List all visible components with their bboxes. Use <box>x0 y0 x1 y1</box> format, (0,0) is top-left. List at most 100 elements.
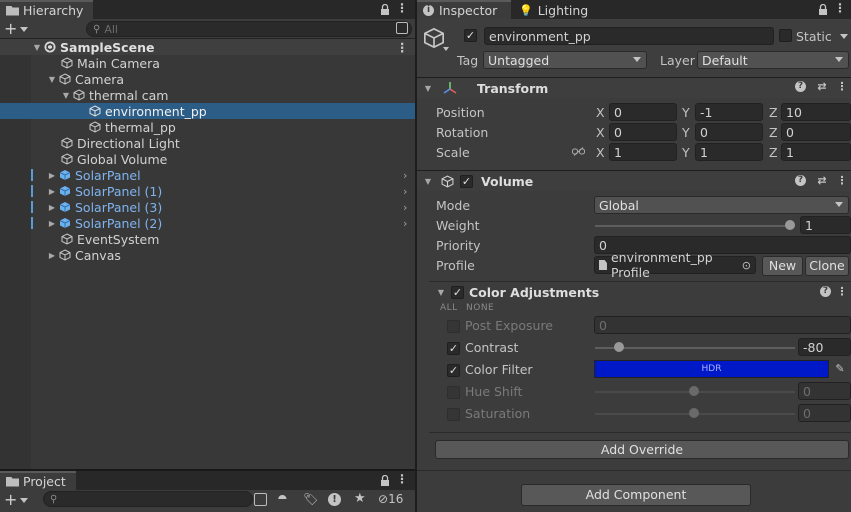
collapse-arrow-icon[interactable]: ▼ <box>32 43 42 52</box>
component-options-icon[interactable]: ⋮ <box>835 80 849 94</box>
layer-dropdown[interactable]: Default <box>697 51 849 69</box>
static-dropdown-arrow-icon[interactable] <box>840 34 848 39</box>
hierarchy-row[interactable]: ▼ thermal cam <box>0 87 415 103</box>
hierarchy-row[interactable]: Global Volume <box>0 151 415 167</box>
object-picker-icon[interactable]: ⊙ <box>742 259 751 272</box>
collapse-arrow-icon[interactable]: ▼ <box>436 288 446 297</box>
clone-profile-button[interactable]: Clone <box>805 256 849 276</box>
add-dropdown-arrow-icon[interactable] <box>20 27 28 32</box>
position-y-field[interactable]: -1 <box>695 103 763 121</box>
help-icon[interactable]: ? <box>820 286 831 297</box>
lock-icon[interactable] <box>380 475 390 486</box>
contrast-override-checkbox[interactable]: ✓ <box>447 342 460 355</box>
hierarchy-row-selected[interactable]: environment_pp <box>0 103 415 119</box>
weight-slider-thumb[interactable] <box>785 220 795 230</box>
expand-arrow-icon[interactable]: ▶ <box>47 219 57 228</box>
saturation-slider-thumb[interactable] <box>689 408 699 418</box>
profile-object-field[interactable]: environment_pp Profile ⊙ <box>594 250 756 280</box>
hue-shift-slider-thumb[interactable] <box>689 386 699 396</box>
search-options-icon[interactable] <box>396 22 408 34</box>
axis-z-label[interactable]: Z <box>769 105 778 120</box>
expand-arrow-icon[interactable]: ▶ <box>47 187 57 196</box>
collapse-arrow-icon[interactable]: ▼ <box>47 75 57 84</box>
open-prefab-icon[interactable]: › <box>403 201 407 214</box>
axis-z-label[interactable]: Z <box>769 125 778 140</box>
collapse-arrow-icon[interactable]: ▼ <box>61 91 71 100</box>
add-dropdown-arrow-icon[interactable] <box>20 498 28 503</box>
expand-arrow-icon[interactable]: ▶ <box>47 203 57 212</box>
contrast-slider-thumb[interactable] <box>614 342 624 352</box>
collapse-arrow-icon[interactable]: ▼ <box>423 177 433 186</box>
axis-y-label[interactable]: Y <box>682 105 690 120</box>
rotation-x-field[interactable]: 0 <box>609 123 677 141</box>
hierarchy-row[interactable]: ▶ Canvas <box>0 247 415 263</box>
favorite-icon[interactable]: ★ <box>354 491 366 506</box>
filter-by-label-icon[interactable]: 🏷 <box>303 492 318 506</box>
collapse-arrow-icon[interactable]: ▼ <box>423 84 433 93</box>
hierarchy-row[interactable]: EventSystem <box>0 231 415 247</box>
unlinked-scale-icon[interactable] <box>572 147 585 156</box>
volume-header[interactable]: ▼ ✓ Volume ? ⇄ ⋮ <box>417 170 851 191</box>
override-options-icon[interactable]: ⋮ <box>835 285 849 299</box>
expand-arrow-icon[interactable]: ▶ <box>47 251 57 260</box>
add-icon[interactable]: + <box>4 20 17 38</box>
color-adjustments-header[interactable]: ▼ ✓ Color Adjustments ? ⋮ <box>417 283 851 301</box>
help-icon[interactable]: ? <box>795 81 806 92</box>
eyedropper-icon[interactable]: ✎ <box>831 360 849 378</box>
color-filter-override-checkbox[interactable]: ✓ <box>447 364 460 377</box>
lock-icon[interactable] <box>818 4 828 15</box>
help-icon[interactable]: ? <box>795 175 806 186</box>
all-toggle[interactable]: ALL <box>440 303 458 313</box>
icon-picker-arrow-icon[interactable] <box>443 47 449 51</box>
weight-slider-track[interactable] <box>595 225 795 227</box>
hue-shift-field[interactable]: 0 <box>798 382 851 400</box>
tab-inspector[interactable]: i Inspector <box>417 0 511 19</box>
axis-y-label[interactable]: Y <box>682 125 690 140</box>
tab-hierarchy[interactable]: Hierarchy <box>0 0 93 19</box>
hierarchy-row[interactable]: Directional Light <box>0 135 415 151</box>
hierarchy-row-prefab[interactable]: ▶ SolarPanel › <box>0 167 415 183</box>
axis-z-label[interactable]: Z <box>769 145 778 160</box>
hierarchy-row-prefab[interactable]: ▶ SolarPanel (1) › <box>0 183 415 199</box>
tab-project[interactable]: Project <box>0 471 76 490</box>
rotation-z-field[interactable]: 0 <box>781 123 851 141</box>
search-scope-icon[interactable] <box>254 493 267 506</box>
post-exposure-override-checkbox[interactable] <box>447 320 460 333</box>
hierarchy-row-prefab[interactable]: ▶ SolarPanel (2) › <box>0 215 415 231</box>
contrast-slider-track[interactable] <box>595 347 795 349</box>
tab-lighting[interactable]: 💡 Lighting <box>513 0 599 19</box>
more-options-icon[interactable]: ⋮ <box>396 1 408 15</box>
hierarchy-row[interactable]: thermal_pp <box>0 119 415 135</box>
log-level-icon[interactable]: ! <box>328 493 341 506</box>
presets-icon[interactable]: ⇄ <box>815 174 829 188</box>
saturation-override-checkbox[interactable] <box>447 408 460 421</box>
scale-y-field[interactable]: 1 <box>695 143 763 161</box>
static-checkbox[interactable] <box>779 29 792 42</box>
component-options-icon[interactable]: ⋮ <box>835 174 849 188</box>
hierarchy-row[interactable]: Main Camera <box>0 55 415 71</box>
open-prefab-icon[interactable]: › <box>403 169 407 182</box>
hierarchy-row-prefab[interactable]: ▶ SolarPanel (3) › <box>0 199 415 215</box>
more-options-icon[interactable]: ⋮ <box>834 1 846 15</box>
scene-row[interactable]: ▼ SampleScene ⋮ <box>0 39 415 55</box>
hue-shift-override-checkbox[interactable] <box>447 386 460 399</box>
none-toggle[interactable]: NONE <box>466 303 494 313</box>
axis-y-label[interactable]: Y <box>682 145 690 160</box>
tag-dropdown[interactable]: Untagged <box>483 51 647 69</box>
lock-icon[interactable] <box>380 4 390 15</box>
more-options-icon[interactable]: ⋮ <box>396 472 408 486</box>
scale-x-field[interactable]: 1 <box>609 143 677 161</box>
transform-header[interactable]: ▼ Transform ? ⇄ ⋮ <box>417 77 851 98</box>
scene-options-icon[interactable]: ⋮ <box>396 40 409 55</box>
open-prefab-icon[interactable]: › <box>403 217 407 230</box>
color-adjustments-enabled-checkbox[interactable]: ✓ <box>451 285 464 299</box>
add-override-button[interactable]: Add Override <box>435 440 849 459</box>
mode-dropdown[interactable]: Global <box>594 196 849 214</box>
rotation-y-field[interactable]: 0 <box>695 123 763 141</box>
object-name-field[interactable]: environment_pp <box>484 27 774 45</box>
color-filter-swatch[interactable]: HDR <box>594 360 829 378</box>
axis-x-label[interactable]: X <box>596 125 605 140</box>
hidden-packages-toggle[interactable]: ⊘ 16 <box>378 492 403 506</box>
scale-z-field[interactable]: 1 <box>781 143 851 161</box>
weight-field[interactable]: 1 <box>800 216 851 234</box>
